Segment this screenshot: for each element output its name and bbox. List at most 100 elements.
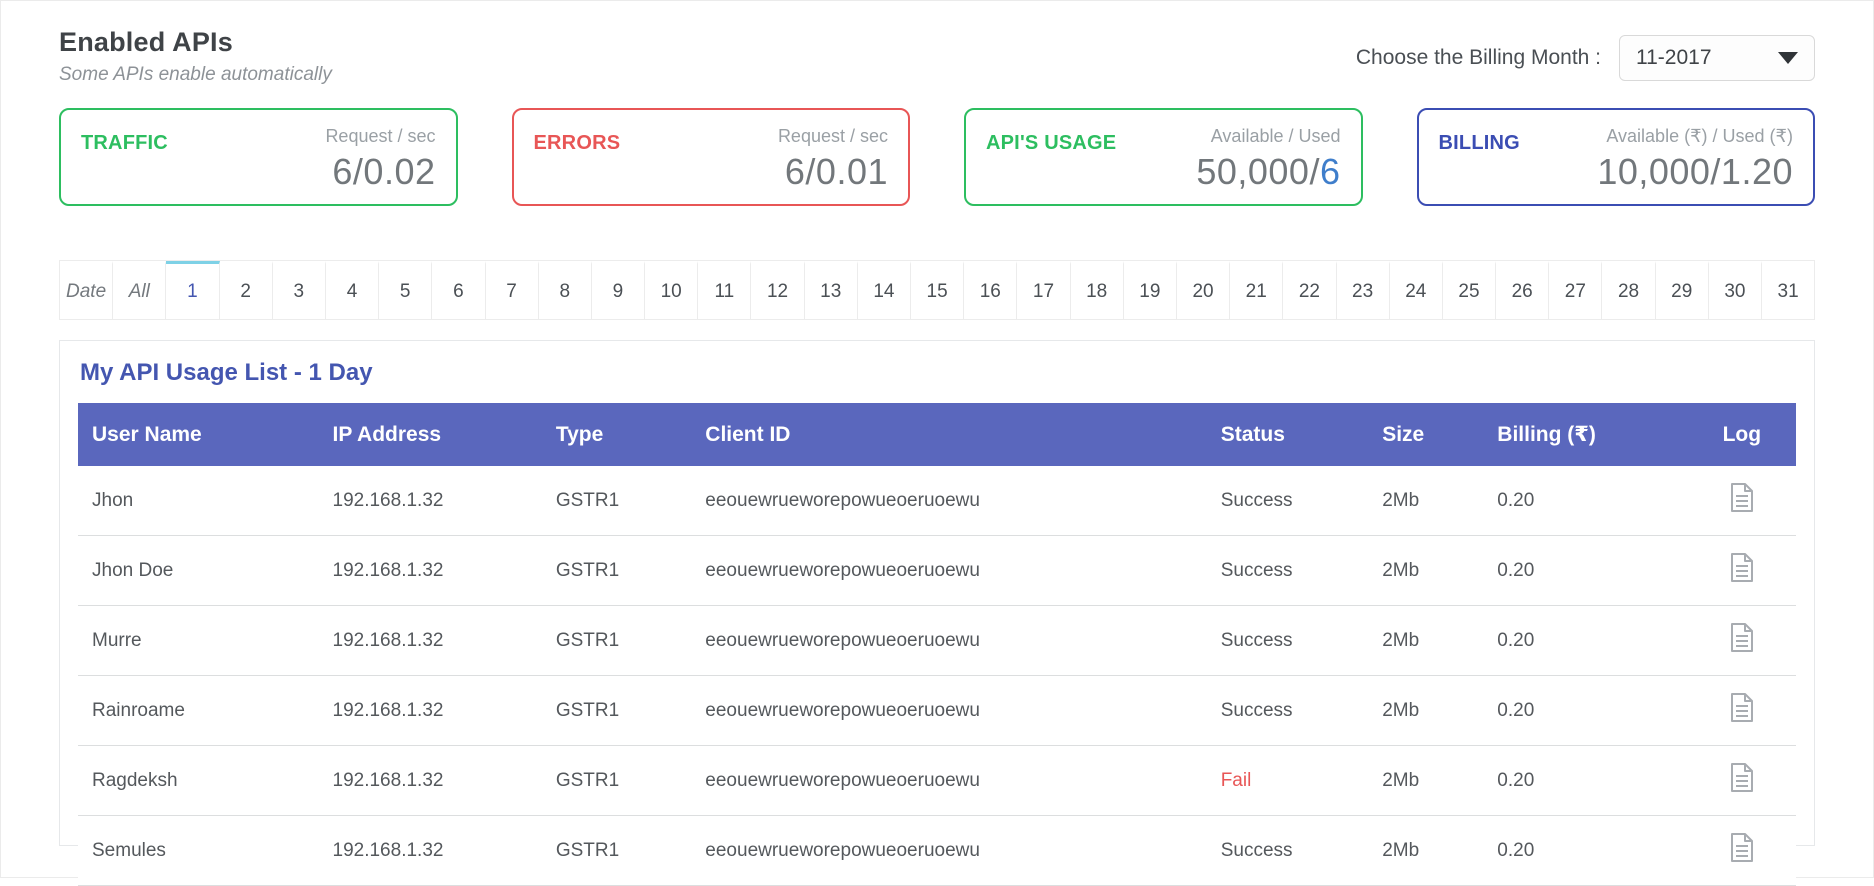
cell-status: Success — [1206, 535, 1369, 606]
cell-type: GSTR1 — [541, 535, 692, 606]
date-tab-31[interactable]: 31 — [1762, 261, 1815, 319]
cell-status: Fail — [1206, 745, 1369, 816]
stat-card-title: API'S USAGE — [986, 132, 1117, 154]
cell-client-id: eeouewrueworepowueoeruoewu — [691, 466, 1207, 536]
date-tab-29[interactable]: 29 — [1655, 261, 1709, 319]
log-icon[interactable] — [1729, 832, 1754, 863]
billing-month-select[interactable]: 11-2017 — [1619, 34, 1815, 81]
date-tab-1[interactable]: 1 — [166, 261, 220, 319]
date-tab-25[interactable]: 25 — [1442, 261, 1497, 319]
date-tab-12[interactable]: 12 — [751, 261, 805, 319]
stat-card-value-part: 6/0.01 — [784, 151, 888, 192]
usage-list-panel: My API Usage List - 1 Day User Name IP Ad… — [59, 340, 1815, 886]
cell-ip-address: 192.168.1.32 — [318, 815, 542, 886]
date-tab-14[interactable]: 14 — [857, 261, 911, 319]
cell-user-name: Ragdeksh — [78, 745, 319, 816]
cell-user-name: Jhon — [78, 466, 319, 536]
column-header-log: Log — [1687, 403, 1796, 466]
cell-ip-address: 192.168.1.32 — [318, 745, 542, 816]
table-row: Murre 192.168.1.32 GSTR1 eeouewrueworepowue… — [78, 605, 1796, 676]
stat-card-value-part: 6/0.02 — [332, 151, 436, 192]
cell-log — [1687, 535, 1796, 606]
document-icon — [1731, 833, 1754, 862]
stat-card-value: 6/0.02 — [325, 151, 435, 193]
date-tab-27[interactable]: 27 — [1549, 261, 1603, 319]
cell-billing: 0.20 — [1483, 675, 1688, 746]
usage-table-body: Jhon 192.168.1.32 GSTR1 eeouewrueworepowueo… — [78, 466, 1796, 886]
date-tab-all[interactable]: All — [113, 261, 167, 319]
table-row: Jhon 192.168.1.32 GSTR1 eeouewrueworepowueo… — [78, 466, 1796, 536]
cell-ip-address: 192.168.1.32 — [318, 466, 542, 536]
stat-card-value-part: 10,000/1.20 — [1597, 151, 1793, 192]
cell-log — [1687, 675, 1796, 746]
date-tab-5[interactable]: 5 — [379, 261, 433, 319]
document-icon — [1731, 553, 1754, 582]
stat-card-readout: Available / Used 50,000/6 — [1196, 124, 1341, 192]
cell-status: Success — [1206, 815, 1369, 886]
date-tab-2[interactable]: 2 — [219, 261, 273, 319]
top-bar: Enabled APIs Some APIs enable automatica… — [59, 27, 1815, 86]
cell-status: Success — [1206, 466, 1369, 536]
column-header-user-name: User Name — [78, 403, 319, 466]
stat-card-errors: ERRORS Request / sec 6/0.01 — [511, 108, 910, 206]
stat-card-readout: Available (₹) / Used (₹) 10,000/1.20 — [1597, 124, 1793, 193]
stat-card-unit: Available / Used — [1210, 126, 1341, 146]
date-tab-19[interactable]: 19 — [1123, 261, 1177, 319]
column-header-size: Size — [1368, 403, 1484, 466]
title-block: Enabled APIs Some APIs enable automatica… — [59, 27, 332, 86]
cell-type: GSTR1 — [541, 675, 692, 746]
date-tab-22[interactable]: 22 — [1283, 261, 1337, 319]
stat-card-value: 10,000/1.20 — [1597, 151, 1793, 193]
log-icon[interactable] — [1729, 762, 1754, 793]
stat-card-title: ERRORS — [533, 132, 621, 154]
date-tab-26[interactable]: 26 — [1496, 261, 1550, 319]
column-header-status: Status — [1206, 403, 1369, 466]
log-icon[interactable] — [1729, 622, 1754, 653]
log-icon[interactable] — [1729, 692, 1754, 723]
date-tab-17[interactable]: 17 — [1017, 261, 1071, 319]
usage-list-heading: My API Usage List - 1 Day — [80, 359, 373, 386]
date-tab-13[interactable]: 13 — [804, 261, 858, 319]
date-tab-8[interactable]: 8 — [538, 261, 592, 319]
stat-card-readout: Request / sec 6/0.02 — [325, 124, 436, 193]
cell-size: 2Mb — [1368, 815, 1484, 886]
date-tab-28[interactable]: 28 — [1602, 261, 1656, 319]
date-tab-10[interactable]: 10 — [645, 261, 699, 319]
date-tab-date[interactable]: Date — [60, 261, 114, 319]
stat-card-apis-usage: API'S USAGE Available / Used 50,000/6 — [964, 108, 1363, 206]
date-tab-21[interactable]: 21 — [1230, 261, 1284, 319]
cell-billing: 0.20 — [1483, 815, 1688, 886]
column-header-billing: Billing (₹) — [1483, 403, 1688, 466]
date-tab-30[interactable]: 30 — [1708, 261, 1762, 319]
stat-card-unit: Request / sec — [325, 126, 436, 146]
billing-month-value: 11-2017 — [1636, 45, 1712, 69]
cell-ip-address: 192.168.1.32 — [318, 605, 542, 676]
cell-client-id: eeouewrueworepowueoeruoewu — [691, 815, 1207, 886]
date-tab-23[interactable]: 23 — [1336, 261, 1390, 319]
date-tab-6[interactable]: 6 — [432, 261, 486, 319]
cell-ip-address: 192.168.1.32 — [318, 675, 542, 746]
cell-log — [1687, 605, 1796, 676]
date-tab-4[interactable]: 4 — [325, 261, 380, 319]
cell-status: Success — [1206, 605, 1369, 676]
date-tab-24[interactable]: 24 — [1389, 261, 1443, 319]
date-tab-15[interactable]: 15 — [911, 261, 965, 319]
date-tab-9[interactable]: 9 — [591, 261, 646, 319]
document-icon — [1731, 623, 1754, 652]
date-tab-18[interactable]: 18 — [1070, 261, 1124, 319]
date-tab-3[interactable]: 3 — [272, 261, 326, 319]
date-tab-7[interactable]: 7 — [485, 261, 539, 319]
date-tab-11[interactable]: 11 — [698, 261, 752, 319]
date-tab-16[interactable]: 16 — [964, 261, 1018, 319]
stat-card-unit: Request / sec — [777, 126, 888, 146]
stat-card-value: 6/0.01 — [778, 151, 888, 193]
date-tab-20[interactable]: 20 — [1176, 261, 1231, 319]
table-row: Rainroame 192.168.1.32 GSTR1 eeouewrueworep… — [78, 675, 1796, 746]
stat-card-readout: Request / sec 6/0.01 — [777, 124, 888, 193]
log-icon[interactable] — [1729, 552, 1754, 583]
log-icon[interactable] — [1729, 482, 1754, 513]
cell-user-name: Murre — [78, 605, 319, 676]
cell-log — [1687, 745, 1796, 816]
cell-size: 2Mb — [1368, 745, 1484, 816]
cell-client-id: eeouewrueworepowueoeruoewu — [691, 535, 1207, 606]
